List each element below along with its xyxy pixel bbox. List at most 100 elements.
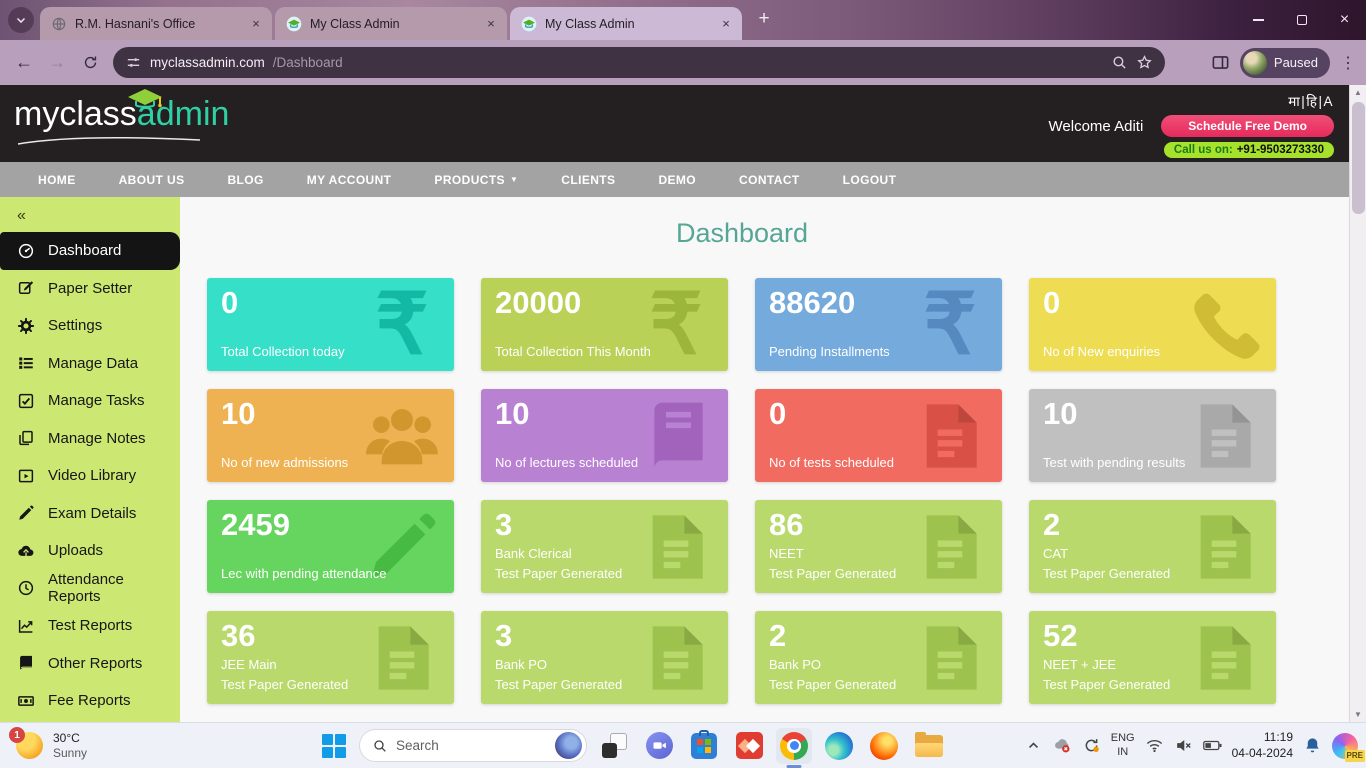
volume-muted-icon[interactable] xyxy=(1174,736,1193,755)
sidebar-item-exam-details[interactable]: Exam Details xyxy=(0,495,180,533)
search-icon[interactable] xyxy=(1111,54,1128,71)
card-total-collection-today[interactable]: 0 Total Collection today ₹ xyxy=(207,278,454,371)
nav-item-blog[interactable]: BLOG xyxy=(227,173,263,187)
nav-item-my-account[interactable]: MY ACCOUNT xyxy=(307,173,392,187)
card-label: No of lectures scheduled xyxy=(495,454,639,470)
page-body: « Dashboard Paper Setter Settings Manage… xyxy=(0,197,1366,722)
battery-icon[interactable] xyxy=(1202,736,1222,755)
taskbar-app-firefox-icon[interactable] xyxy=(866,728,902,764)
sidebar-item-dashboard[interactable]: Dashboard xyxy=(0,232,180,270)
sidebar-item-settings[interactable]: Settings xyxy=(0,307,180,345)
tab-close-icon[interactable]: × xyxy=(483,16,499,32)
taskbar-app-store-icon[interactable] xyxy=(686,728,722,764)
start-button[interactable] xyxy=(318,729,350,763)
hidden-icons-chevron-icon[interactable] xyxy=(1024,736,1043,755)
clock-display[interactable]: 11:19 04-04-2024 xyxy=(1232,730,1293,761)
sidebar-item-uploads[interactable]: Uploads xyxy=(0,532,180,570)
maximize-button[interactable] xyxy=(1280,0,1323,40)
reload-button[interactable] xyxy=(76,49,104,77)
call-us-badge[interactable]: Call us on: +91-9503273330 xyxy=(1163,142,1334,158)
nav-item-contact[interactable]: CONTACT xyxy=(739,173,800,187)
sidebar: « Dashboard Paper Setter Settings Manage… xyxy=(0,197,180,722)
sync-error-icon[interactable] xyxy=(1053,736,1072,755)
bookmark-star-icon[interactable] xyxy=(1136,54,1153,71)
back-button[interactable]: ← xyxy=(10,49,38,77)
profile-status: Paused xyxy=(1273,55,1318,70)
card-bank-clerical[interactable]: 3 Bank Clerical Test Paper Generated xyxy=(481,500,728,593)
nav-item-demo[interactable]: DEMO xyxy=(658,173,696,187)
tab-search-button[interactable] xyxy=(8,7,34,33)
browser-toolbar: ← → myclassadmin.com/Dashboard Paused ⋮ xyxy=(0,40,1366,85)
taskbar-app-task-view-icon[interactable] xyxy=(596,728,632,764)
card-no-of-tests-scheduled[interactable]: 0 No of tests scheduled xyxy=(755,389,1002,482)
search-daily-image[interactable] xyxy=(555,732,582,759)
sidebar-item-paper-setter[interactable]: Paper Setter xyxy=(0,270,180,308)
card-total-collection-this-month[interactable]: 20000 Total Collection This Month ₹ xyxy=(481,278,728,371)
notification-bell-icon[interactable] xyxy=(1303,736,1322,755)
card-lec-with-pending-attendance[interactable]: 2459 Lec with pending attendance xyxy=(207,500,454,593)
edit-square-icon xyxy=(17,279,35,297)
card-neet[interactable]: 86 NEET Test Paper Generated xyxy=(755,500,1002,593)
forward-button[interactable]: → xyxy=(43,49,71,77)
sidebar-item-other-reports[interactable]: Other Reports xyxy=(0,645,180,683)
card-pending-installments[interactable]: 88620 Pending Installments ₹ xyxy=(755,278,1002,371)
language-indicator[interactable]: ENG IN xyxy=(1111,732,1135,758)
sidebar-item-label: Manage Tasks xyxy=(48,392,145,410)
taskbar-app-chrome-icon[interactable] xyxy=(776,727,812,764)
profile-button[interactable]: Paused xyxy=(1239,47,1330,78)
taskbar-app-file-explorer-icon[interactable] xyxy=(911,728,947,764)
minimize-button[interactable] xyxy=(1237,0,1280,40)
sidebar-item-video-library[interactable]: Video Library xyxy=(0,457,180,495)
card-jee-main[interactable]: 36 JEE Main Test Paper Generated xyxy=(207,611,454,704)
card-neet-jee[interactable]: 52 NEET + JEE Test Paper Generated xyxy=(1029,611,1276,704)
new-tab-button[interactable]: + xyxy=(751,6,777,32)
close-button[interactable]: × xyxy=(1323,0,1366,40)
tab-r-m-hasnani-s-office[interactable]: R.M. Hasnani's Office × xyxy=(40,7,272,40)
url-path: /Dashboard xyxy=(272,55,343,70)
nav-item-about-us[interactable]: ABOUT US xyxy=(119,173,185,187)
sidebar-item-manage-notes[interactable]: Manage Notes xyxy=(0,420,180,458)
tab-my-class-admin[interactable]: My Class Admin × xyxy=(275,7,507,40)
scrollbar-thumb[interactable] xyxy=(1352,102,1365,214)
site-settings-icon[interactable] xyxy=(125,54,142,71)
card-bank-po[interactable]: 3 Bank PO Test Paper Generated xyxy=(481,611,728,704)
nav-item-home[interactable]: HOME xyxy=(38,173,76,187)
file-explorer-icon xyxy=(915,731,943,757)
card-test-with-pending-results[interactable]: 10 Test with pending results xyxy=(1029,389,1276,482)
page-scrollbar[interactable]: ▲ ▼ xyxy=(1349,85,1366,722)
sidebar-item-fee-reports[interactable]: Fee Reports xyxy=(0,682,180,720)
nav-item-products[interactable]: PRODUCTS ▼ xyxy=(434,173,518,187)
copilot-icon[interactable]: PRE xyxy=(1332,732,1365,762)
taskbar-app-red-diamond-app-icon[interactable] xyxy=(731,728,767,764)
language-switcher[interactable]: मा|हि|A xyxy=(1288,92,1334,110)
tab-my-class-admin[interactable]: My Class Admin × xyxy=(510,7,742,40)
tab-close-icon[interactable]: × xyxy=(248,16,264,32)
update-available-icon[interactable] xyxy=(1082,736,1101,755)
taskbar-search[interactable]: Search xyxy=(359,729,587,762)
wifi-icon[interactable] xyxy=(1145,736,1164,755)
card-no-of-new-enquiries[interactable]: 0 No of New enquiries xyxy=(1029,278,1276,371)
sidebar-item-manage-tasks[interactable]: Manage Tasks xyxy=(0,382,180,420)
card-cat[interactable]: 2 CAT Test Paper Generated xyxy=(1029,500,1276,593)
sidebar-collapse-icon[interactable]: « xyxy=(17,207,180,225)
site-logo[interactable]: myclassadmin xyxy=(14,89,229,145)
scroll-down-icon[interactable]: ▼ xyxy=(1350,707,1366,722)
tab-close-icon[interactable]: × xyxy=(718,16,734,32)
taskbar-app-edge-icon[interactable] xyxy=(821,728,857,764)
sidebar-item-attendance-reports[interactable]: Attendance Reports xyxy=(0,570,180,608)
taskbar-app-chat-icon[interactable] xyxy=(641,728,677,764)
sidebar-item-test-reports[interactable]: Test Reports xyxy=(0,607,180,645)
nav-item-clients[interactable]: CLIENTS xyxy=(561,173,615,187)
address-bar[interactable]: myclassadmin.com/Dashboard xyxy=(113,47,1165,78)
weather-widget[interactable]: 1 30°C Sunny xyxy=(9,723,93,768)
browser-menu-icon[interactable]: ⋮ xyxy=(1340,53,1356,73)
card-bank-po[interactable]: 2 Bank PO Test Paper Generated xyxy=(755,611,1002,704)
card-no-of-new-admissions[interactable]: 10 No of new admissions xyxy=(207,389,454,482)
card-label: NEET + JEE xyxy=(1043,657,1117,672)
card-no-of-lectures-scheduled[interactable]: 10 No of lectures scheduled xyxy=(481,389,728,482)
schedule-demo-button[interactable]: Schedule Free Demo xyxy=(1161,115,1334,137)
scroll-up-icon[interactable]: ▲ xyxy=(1350,85,1366,100)
nav-item-logout[interactable]: LOGOUT xyxy=(843,173,897,187)
side-panel-icon[interactable] xyxy=(1211,53,1230,72)
sidebar-item-manage-data[interactable]: Manage Data xyxy=(0,345,180,383)
